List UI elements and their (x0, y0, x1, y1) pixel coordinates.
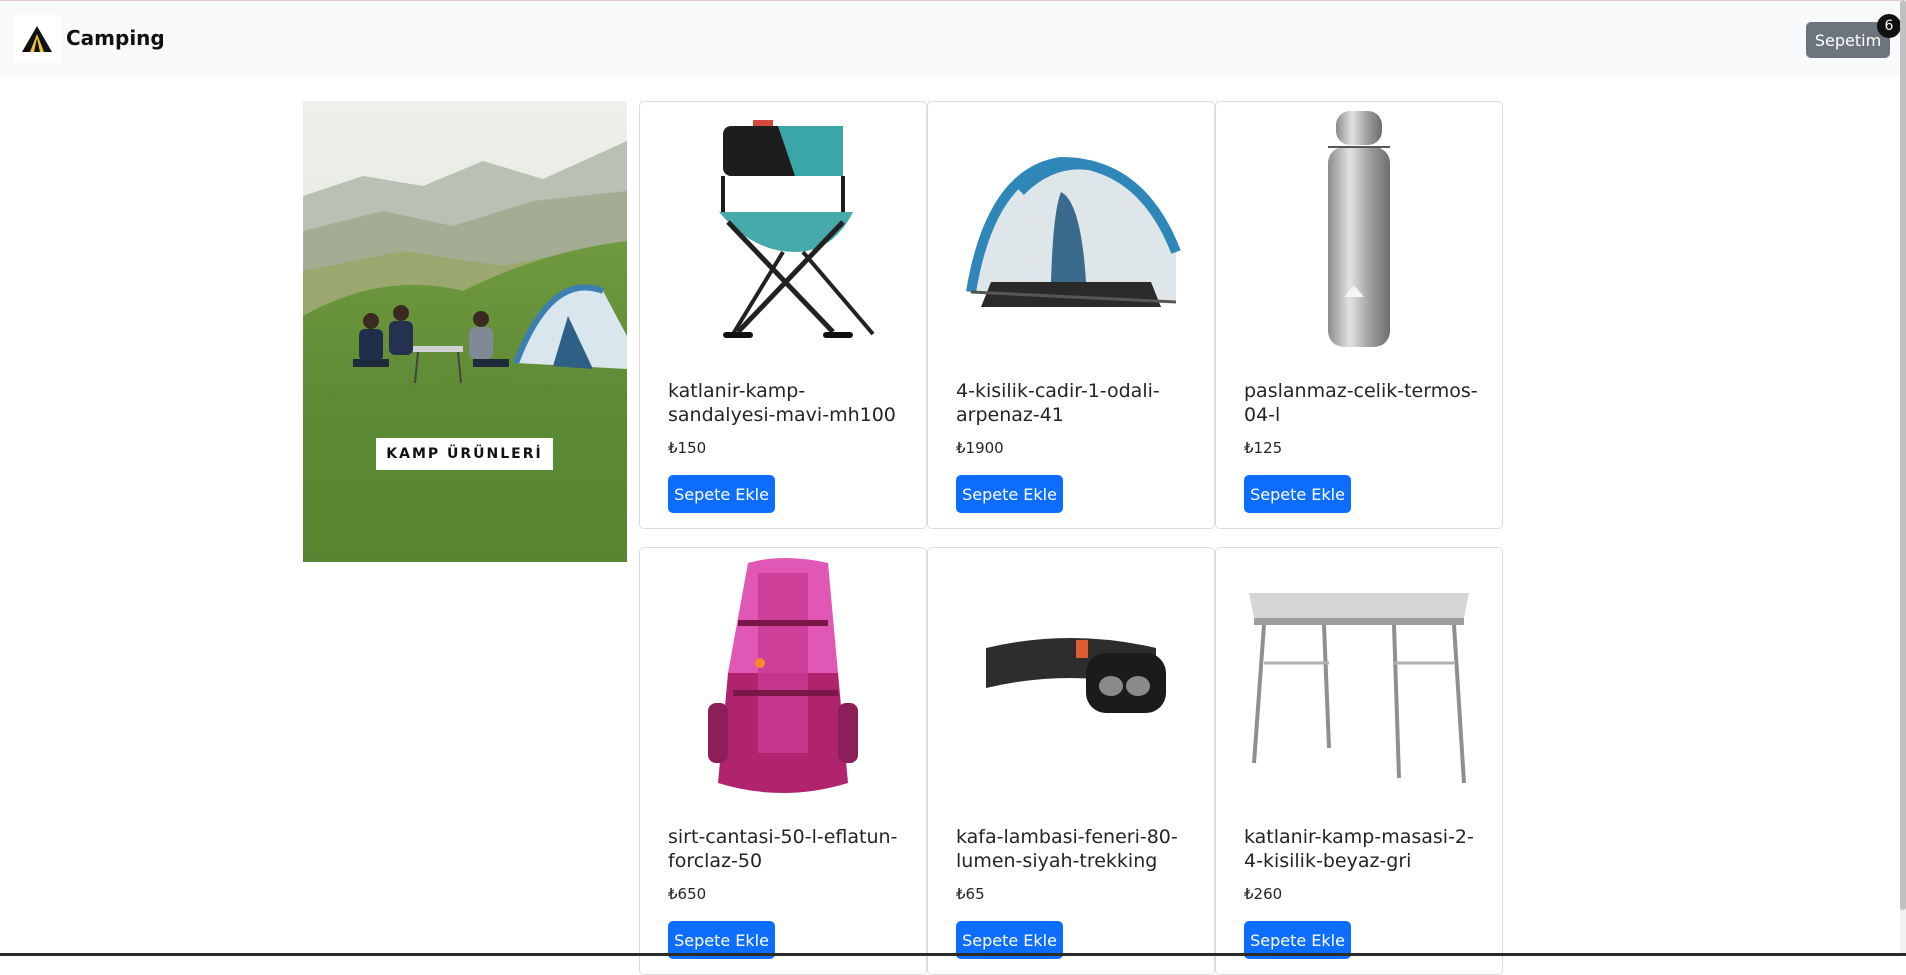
banner-label[interactable]: KAMP ÜRÜNLERİ (376, 438, 553, 470)
scrollbar-thumb[interactable] (1900, 0, 1906, 910)
product-title[interactable]: kafa-lambasi-feneri-80-lumen-siyah-trekk… (956, 825, 1196, 873)
cart-count-badge: 6 (1877, 14, 1901, 38)
backpack-icon[interactable] (650, 550, 916, 806)
product-card: paslanmaz-celik-termos-04-l ₺125 Sepete … (1215, 101, 1503, 529)
tent-icon[interactable] (938, 104, 1204, 360)
product-title[interactable]: paslanmaz-celik-termos-04-l (1244, 379, 1484, 427)
product-card: kafa-lambasi-feneri-80-lumen-siyah-trekk… (927, 547, 1215, 975)
add-to-cart-button[interactable]: Sepete Ekle (956, 475, 1063, 513)
product-price: ₺150 (668, 439, 707, 457)
product-title[interactable]: katlanir-kamp-sandalyesi-mavi-mh100 (668, 379, 908, 427)
product-card: katlanir-kamp-masasi-2-4-kisilik-beyaz-g… (1215, 547, 1503, 975)
thermos-icon[interactable] (1226, 104, 1492, 360)
product-title[interactable]: sirt-cantasi-50-l-eflatun-forclaz-50 (668, 825, 908, 873)
headlamp-icon[interactable] (938, 550, 1204, 806)
camp-table-icon[interactable] (1226, 550, 1492, 806)
product-card: katlanir-kamp-sandalyesi-mavi-mh100 ₺150… (639, 101, 927, 529)
product-price: ₺1900 (956, 439, 1004, 457)
product-title[interactable]: 4-kisilik-cadir-1-odali-arpenaz-41 (956, 379, 1196, 427)
product-card: 4-kisilik-cadir-1-odali-arpenaz-41 ₺1900… (927, 101, 1215, 529)
product-card: sirt-cantasi-50-l-eflatun-forclaz-50 ₺65… (639, 547, 927, 975)
product-price: ₺260 (1244, 885, 1283, 903)
add-to-cart-button[interactable]: Sepete Ekle (1244, 475, 1351, 513)
brand-name[interactable]: Camping (66, 26, 165, 50)
product-price: ₺650 (668, 885, 707, 903)
camp-chair-icon[interactable] (650, 104, 916, 360)
product-title[interactable]: katlanir-kamp-masasi-2-4-kisilik-beyaz-g… (1244, 825, 1484, 873)
camping-banner[interactable]: KAMP ÜRÜNLERİ (303, 101, 627, 562)
tent-logo-icon[interactable] (13, 15, 61, 63)
product-price: ₺125 (1244, 439, 1283, 457)
product-price: ₺65 (956, 885, 985, 903)
navbar: Camping Sepetim 6 (0, 0, 1906, 76)
camping-scene-image (303, 101, 627, 562)
add-to-cart-button[interactable]: Sepete Ekle (668, 475, 775, 513)
